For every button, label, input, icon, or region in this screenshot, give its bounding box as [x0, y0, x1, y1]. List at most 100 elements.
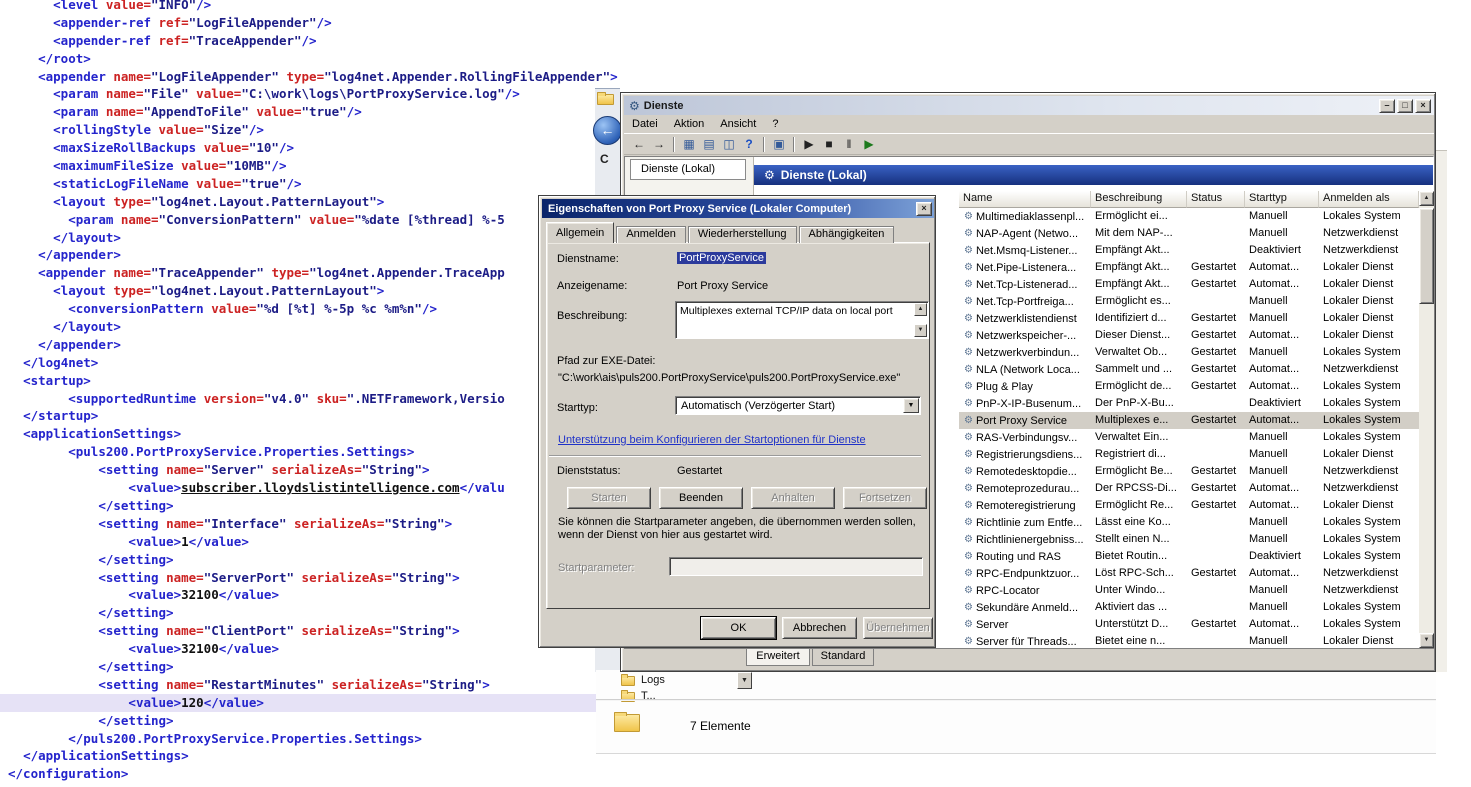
folder-item-label[interactable]: Logs — [641, 674, 665, 686]
menu-hilfe[interactable]: ? — [764, 116, 786, 132]
tab-anmelden[interactable]: Anmelden — [616, 226, 686, 243]
menu-aktion[interactable]: Aktion — [666, 116, 713, 132]
service-row[interactable]: ⚙Plug & PlayErmöglicht de...GestartetAut… — [959, 378, 1419, 395]
service-row[interactable]: ⚙Netzwerkspeicher-...Dieser Dienst...Ges… — [959, 327, 1419, 344]
service-row[interactable]: ⚙Net.Pipe-Listenera...Empfängt Akt...Ges… — [959, 259, 1419, 276]
service-row[interactable]: ⚙Routing und RASBietet Routin...Deaktivi… — [959, 548, 1419, 565]
refresh-icon[interactable]: ◫ — [719, 135, 739, 153]
service-row[interactable]: ⚙RAS-Verbindungsv...Verwaltet Ein...Manu… — [959, 429, 1419, 446]
close-button[interactable]: × — [1415, 99, 1431, 113]
service-row[interactable]: ⚙PnP-X-IP-Busenum...Der PnP-X-Bu...Deakt… — [959, 395, 1419, 412]
service-row[interactable]: ⚙Sekundäre Anmeld...Aktiviert das ...Man… — [959, 599, 1419, 616]
show-console-tree-icon[interactable]: ▦ — [679, 135, 699, 153]
service-row[interactable]: ⚙Richtlinienergebniss...Stellt einen N..… — [959, 531, 1419, 548]
extended-pane-icon[interactable]: ▣ — [769, 135, 789, 153]
tab-allgemein[interactable]: Allgemein — [546, 222, 614, 243]
start-button[interactable]: Starten — [567, 487, 651, 509]
service-gear-icon: ⚙ — [964, 549, 973, 565]
list-scrollbar[interactable]: ▲ ▼ — [1419, 191, 1434, 648]
service-row[interactable]: ⚙Net.Tcp-Listenerad...Empfängt Akt...Ges… — [959, 276, 1419, 293]
tab-standard[interactable]: Standard — [812, 649, 874, 666]
dialog-titlebar[interactable]: Eigenschaften von Port Proxy Service (Lo… — [542, 199, 934, 218]
service-cell: Lokaler Dienst — [1319, 276, 1419, 293]
forward-icon[interactable]: → — [649, 135, 669, 153]
column-header-beschreibung[interactable]: Beschreibung — [1091, 191, 1187, 208]
menu-datei[interactable]: Datei — [624, 116, 666, 132]
start-parameters-input[interactable] — [669, 557, 923, 576]
pause-service-icon[interactable]: ‖ — [839, 135, 859, 153]
restart-service-icon[interactable]: ▶ — [859, 135, 879, 153]
service-gear-icon: ⚙ — [964, 566, 973, 582]
service-row[interactable]: ⚙Net.Tcp-Portfreiga...Ermöglicht es...Ma… — [959, 293, 1419, 310]
service-row[interactable]: ⚙Registrierungsdiens...Registriert di...… — [959, 446, 1419, 463]
service-name-value[interactable]: PortProxyService — [677, 252, 766, 264]
cancel-button[interactable]: Abbrechen — [782, 617, 857, 639]
service-row[interactable]: ⚙Remoteprozedurau...Der RPCSS-Di...Gesta… — [959, 480, 1419, 497]
stop-service-icon[interactable]: ■ — [819, 135, 839, 153]
pause-button[interactable]: Anhalten — [751, 487, 835, 509]
service-row[interactable]: ⚙NLA (Network Loca...Sammelt und ...Gest… — [959, 361, 1419, 378]
tab-erweitert[interactable]: Erweitert — [746, 649, 810, 666]
service-cell: Manuell — [1245, 293, 1319, 310]
resume-button[interactable]: Fortsetzen — [843, 487, 927, 509]
start-service-icon[interactable]: ▶ — [799, 135, 819, 153]
startup-type-select[interactable]: Automatisch (Verzögerter Start) ▼ — [675, 396, 921, 415]
service-row[interactable]: ⚙Netzwerkverbindun...Verwaltet Ob...Gest… — [959, 344, 1419, 361]
dropdown-button[interactable]: ▼ — [737, 672, 752, 689]
code-line: <param name="AppendToFile" value="true"/… — [0, 103, 628, 121]
service-row[interactable]: ⚙NetzwerklistendienstIdentifiziert d...G… — [959, 310, 1419, 327]
folder-icon — [614, 714, 640, 732]
service-cell: Lokales System — [1319, 531, 1419, 548]
tab-abhngigkeiten[interactable]: Abhängigkeiten — [799, 226, 895, 243]
service-row[interactable]: ⚙Multimediaklassenpl...Ermöglicht ei...M… — [959, 208, 1419, 225]
service-row[interactable]: ⚙Port Proxy ServiceMultiplexes e...Gesta… — [959, 412, 1419, 429]
scroll-up-button[interactable]: ▲ — [1419, 191, 1434, 206]
service-row[interactable]: ⚙RPC-LocatorUnter Windo...ManuellNetzwer… — [959, 582, 1419, 599]
back-icon[interactable]: ← — [629, 135, 649, 153]
scroll-down-button[interactable]: ▼ — [1419, 633, 1434, 648]
code-line: <appender name="TraceAppender" type="log… — [0, 264, 628, 282]
xml-config-editor[interactable]: <level value="INFO"/> <appender-ref ref=… — [0, 0, 628, 783]
stop-button[interactable]: Beenden — [659, 487, 743, 509]
maximize-button[interactable]: □ — [1397, 99, 1413, 113]
column-header-anmelden-als[interactable]: Anmelden als — [1319, 191, 1419, 208]
startup-options-help-link[interactable]: Unterstützung beim Konfigurieren der Sta… — [558, 434, 866, 446]
help-icon[interactable]: ? — [739, 135, 759, 153]
service-cell: Netzwerkdienst — [1319, 242, 1419, 259]
column-header-starttyp[interactable]: Starttyp — [1245, 191, 1319, 208]
tab-wiederherstellung[interactable]: Wiederherstellung — [688, 226, 797, 243]
service-row[interactable]: ⚙Remotedesktopdie...Ermöglicht Be...Gest… — [959, 463, 1419, 480]
service-row[interactable]: ⚙ServerUnterstützt D...GestartetAutomat.… — [959, 616, 1419, 633]
export-list-icon[interactable]: ▤ — [699, 135, 719, 153]
service-gear-icon: ⚙ — [964, 260, 973, 276]
code-line: <layout type="log4net.Layout.PatternLayo… — [0, 193, 628, 211]
service-cell: Automat... — [1245, 361, 1319, 378]
back-button[interactable]: ← — [593, 116, 622, 145]
tree-tab-dienste-lokal[interactable]: Dienste (Lokal) — [630, 159, 746, 180]
scroll-up-button[interactable]: ▲ — [914, 303, 927, 316]
service-row[interactable]: ⚙Server für Threads...Bietet eine n...Ma… — [959, 633, 1419, 648]
menu-ansicht[interactable]: Ansicht — [712, 116, 764, 132]
dialog-close-button[interactable]: × — [916, 202, 932, 216]
service-row[interactable]: ⚙Richtlinie zum Entfe...Lässt eine Ko...… — [959, 514, 1419, 531]
services-titlebar[interactable]: ⚙ Dienste – □ × — [624, 96, 1434, 115]
ok-button[interactable]: OK — [701, 617, 776, 639]
minimize-button[interactable]: – — [1379, 99, 1395, 113]
column-header-status[interactable]: Status — [1187, 191, 1245, 208]
explorer-edge-text: C — [600, 152, 609, 166]
apply-button[interactable]: Übernehmen — [863, 617, 933, 639]
service-row[interactable]: ⚙RemoteregistrierungErmöglicht Re...Gest… — [959, 497, 1419, 514]
service-row[interactable]: ⚙NAP-Agent (Netwo...Mit dem NAP-...Manue… — [959, 225, 1419, 242]
description-field[interactable]: Multiplexes external TCP/IP data on loca… — [675, 301, 929, 339]
folder-icon[interactable] — [621, 676, 635, 686]
column-header-name[interactable]: Name — [959, 191, 1091, 208]
scrollbar-thumb[interactable] — [1419, 208, 1434, 304]
service-row[interactable]: ⚙RPC-Endpunktzuor...Löst RPC-Sch...Gesta… — [959, 565, 1419, 582]
code-line: </layout> — [0, 229, 628, 247]
service-row[interactable]: ⚙Net.Msmq-Listener...Empfängt Akt...Deak… — [959, 242, 1419, 259]
service-cell: Automat... — [1245, 497, 1319, 514]
scroll-down-button[interactable]: ▼ — [914, 324, 927, 337]
service-gear-icon: ⚙ — [964, 209, 973, 225]
chevron-down-icon[interactable]: ▼ — [903, 398, 919, 413]
code-line: <value>120</value> — [0, 694, 628, 712]
